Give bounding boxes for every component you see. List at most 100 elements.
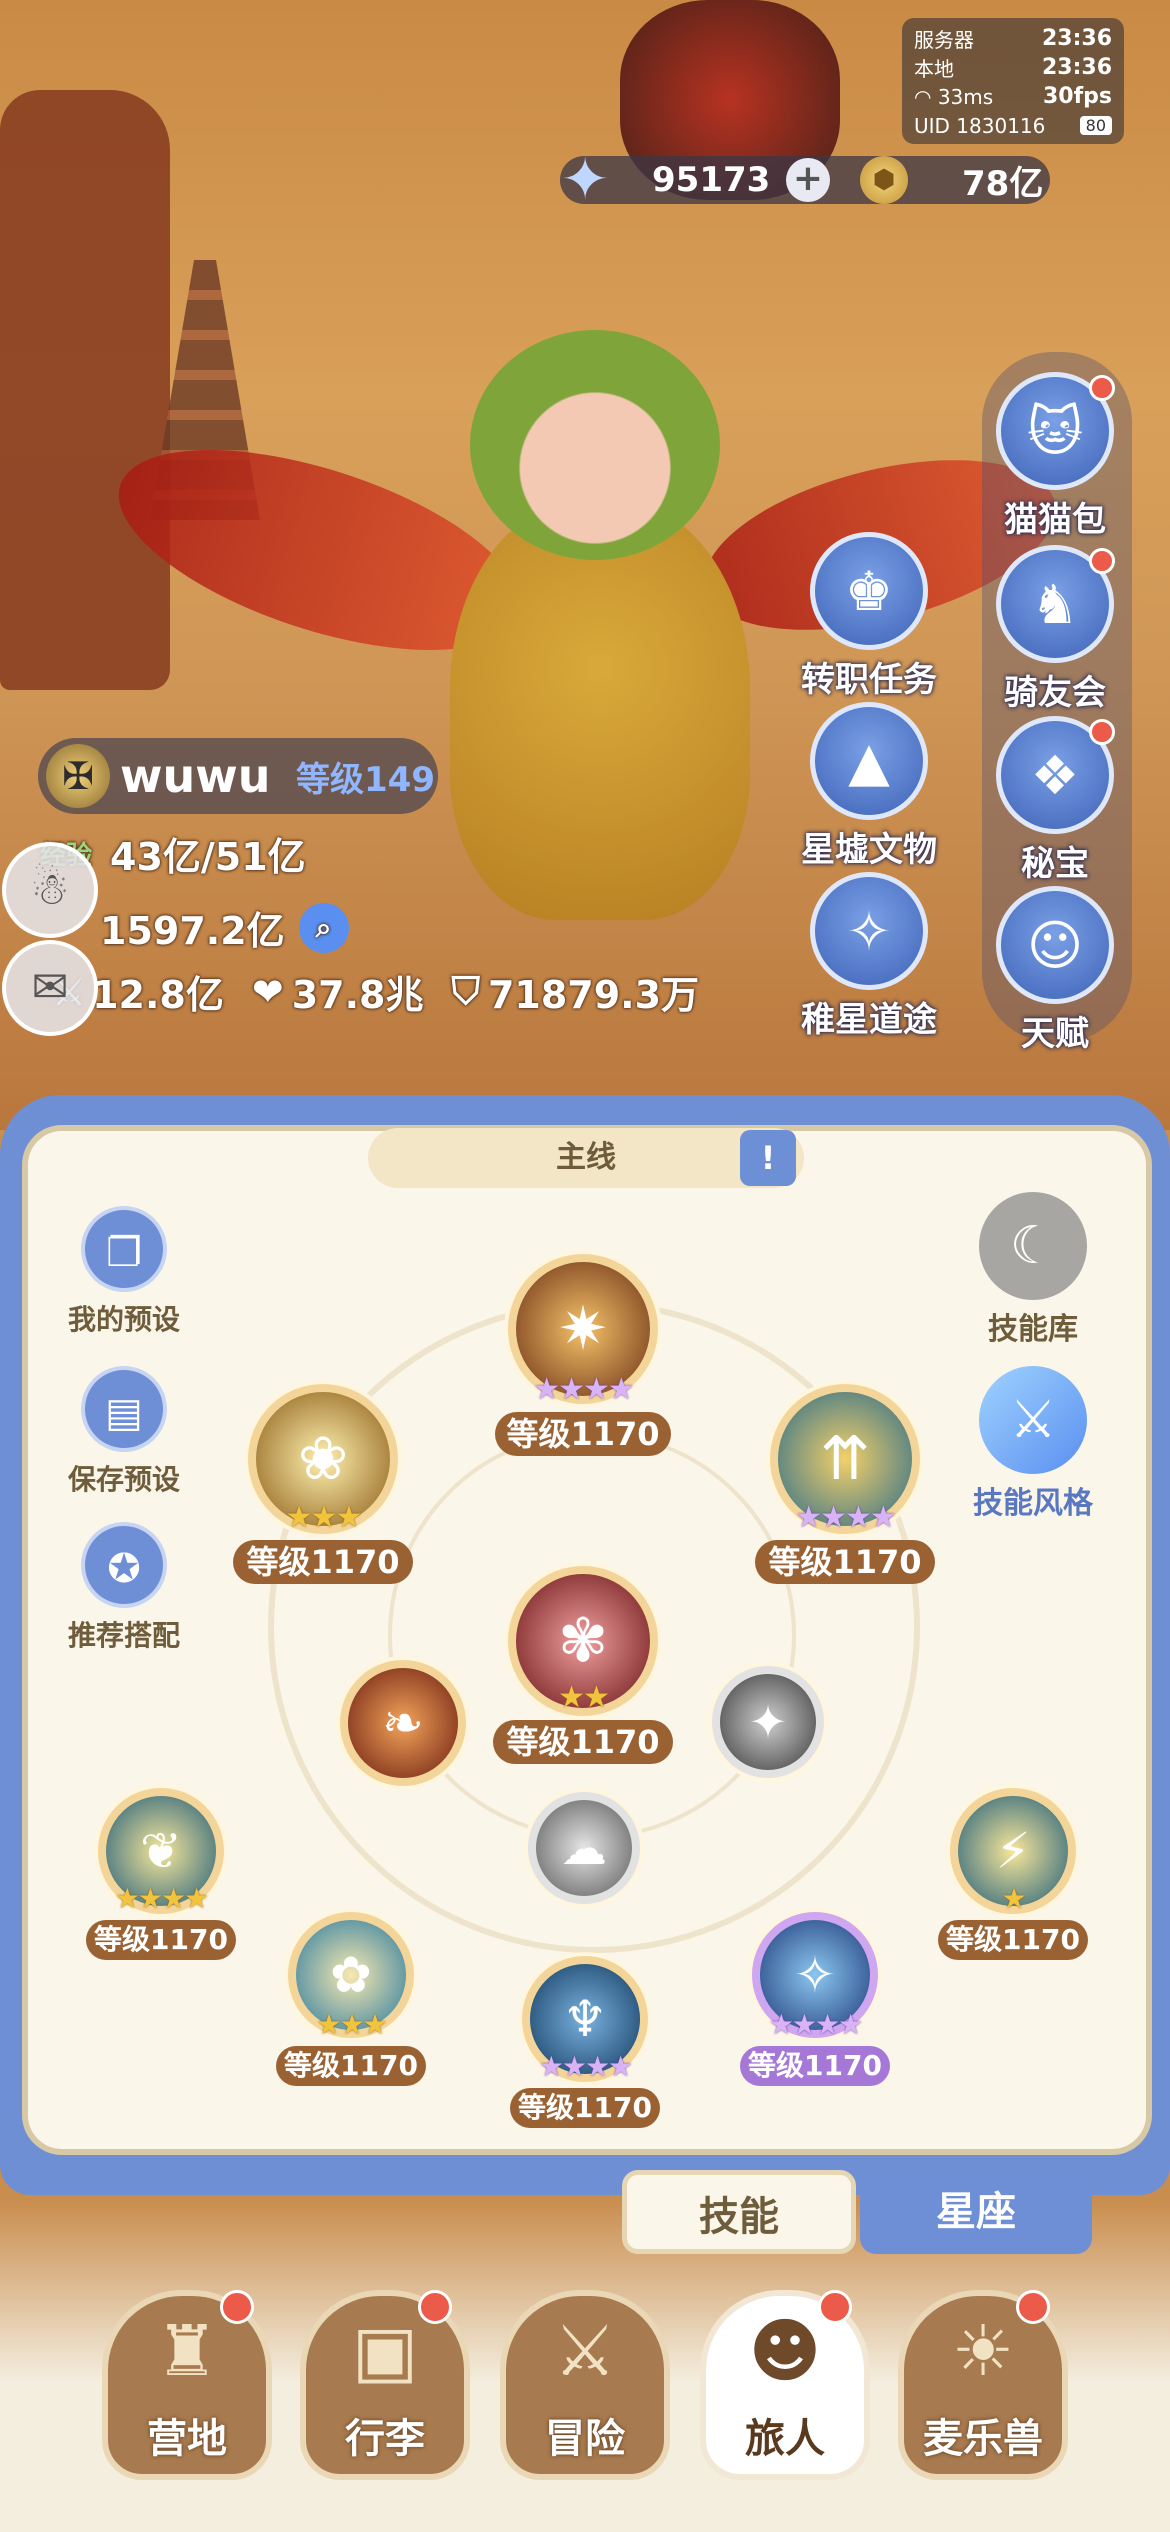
power-value: 1597.2亿 — [100, 909, 285, 953]
skill-stars: ★★★★ — [768, 2008, 863, 2041]
notification-dot — [1089, 548, 1115, 574]
nav-pet[interactable]: ☀ 麦乐兽 — [898, 2290, 1068, 2480]
network-info-panel: 服务器 23:36 本地 23:36 ◠ 33ms 30fps UID 1830116… — [902, 18, 1124, 144]
skill-level-tag: 等级1170 — [493, 1720, 673, 1764]
power-detail-search-icon[interactable]: ⌕ — [298, 902, 349, 953]
my-presets-button[interactable]: ❐ 我的预设 — [50, 1206, 198, 1338]
skill-node-lower-mid-left[interactable]: ✿ ★★★ 等级1170 — [276, 1912, 426, 2086]
coin-value: 78亿 — [962, 163, 1044, 204]
skill-node-center[interactable]: ✾ ★★ 等级1170 — [493, 1566, 673, 1766]
heart-icon: ❤ — [251, 969, 284, 1014]
locked-skill-icon: ✦ — [712, 1666, 824, 1778]
cat-bag-button[interactable]: 🐱 猫猫包 — [970, 372, 1140, 541]
pet-shortcut-button[interactable]: ☃ — [2, 842, 98, 938]
nav-pet-label: 麦乐兽 — [923, 2416, 1043, 2462]
skill-stars: ★★★ — [285, 1500, 363, 1535]
nav-camp[interactable]: ♜ 营地 — [102, 2290, 272, 2480]
notification-dot — [418, 2290, 452, 2324]
skill-stars: ★★★★ — [114, 1882, 209, 1915]
nav-traveler[interactable]: ☻ 旅人 — [700, 2290, 870, 2480]
rider-club-button[interactable]: ♞ 骑友会 — [970, 545, 1140, 714]
mainline-tab[interactable]: 主线 — [368, 1128, 804, 1188]
add-currency-button[interactable]: + — [786, 158, 830, 202]
skill-library-button[interactable]: ☾ 技能库 — [948, 1192, 1118, 1348]
tab-constellation[interactable]: 星座 — [860, 2170, 1092, 2254]
chat-button[interactable]: ✉ — [2, 940, 98, 1036]
skill-level-tag: 等级1170 — [86, 1920, 236, 1960]
skill-level-tag: 等级1170 — [510, 2088, 660, 2128]
server-time: 23:36 — [1041, 26, 1112, 51]
cat-bag-icon: 🐱 — [996, 372, 1115, 490]
skill-stars: ★★ — [558, 1680, 610, 1715]
server-label: 服务器 — [914, 28, 974, 52]
star-currency-icon: ✦ — [560, 145, 610, 213]
star-path-button[interactable]: ✧ 稚星道途 — [784, 872, 954, 1041]
save-icon: ▤ — [81, 1366, 167, 1452]
skill-node-left-small[interactable]: ❧ — [340, 1660, 466, 1790]
power-line: 1597.2亿 ⌕ — [100, 900, 349, 955]
nav-adventure-label: 冒险 — [545, 2416, 625, 2462]
chat-icon: ✉ — [31, 962, 69, 1013]
skill-node-upper-left[interactable]: ❀ ★★★ 等级1170 — [233, 1384, 413, 1584]
local-label: 本地 — [914, 57, 954, 81]
mainline-info-icon[interactable]: ! — [740, 1130, 796, 1186]
star-relic-label: 星墟文物 — [801, 830, 937, 870]
cliff-decoration — [0, 90, 170, 690]
treasure-button[interactable]: ❖ 秘宝 — [970, 716, 1140, 885]
notification-dot — [1089, 375, 1115, 401]
skill-stars: ★★★★ — [538, 2050, 633, 2083]
rider-club-label: 骑友会 — [1004, 673, 1106, 713]
player-name-bar[interactable]: ✠ wuwu 等级149 — [38, 738, 438, 814]
star-path-label: 稚星道途 — [801, 1000, 937, 1040]
skill-node-lower-mid-right[interactable]: ✧ ★★★★ 等级1170 — [740, 1912, 890, 2086]
shield-icon: ⛉ — [451, 969, 480, 1013]
class-emblem-icon: ✠ — [46, 744, 110, 808]
skill-node-right-locked[interactable]: ✦ — [712, 1666, 824, 1782]
job-change-button[interactable]: ♚ 转职任务 — [784, 532, 954, 701]
treasure-label: 秘宝 — [1021, 844, 1089, 884]
skill-stars: ★★★ — [316, 2008, 387, 2041]
save-preset-button[interactable]: ▤ 保存预设 — [50, 1366, 198, 1498]
hp-value: 37.8兆 — [291, 973, 424, 1017]
skill-stars: ★★★★ — [795, 1500, 897, 1535]
talent-label: 天赋 — [1021, 1014, 1089, 1054]
skill-node-lower-left[interactable]: ❦ ★★★★ 等级1170 — [86, 1788, 236, 1960]
skill-node-upper-right[interactable]: ⇈ ★★★★ 等级1170 — [755, 1384, 935, 1584]
nav-adventure[interactable]: ⚔ 冒险 — [500, 2290, 670, 2480]
skill-node-center-locked[interactable]: ☁ — [528, 1792, 640, 1908]
skill-level-tag: 等级1170 — [740, 2046, 890, 2086]
recommend-icon: ✪ — [81, 1522, 167, 1608]
player-character-head[interactable] — [470, 330, 720, 560]
skill-node-bottom[interactable]: ♆ ★★★★ 等级1170 — [510, 1956, 660, 2128]
star-relic-button[interactable]: ▲ 星墟文物 — [784, 702, 954, 871]
brain-head-icon: ☺ — [996, 886, 1114, 1004]
crossed-swords-icon: ⚔ — [553, 2310, 617, 2392]
skill-level-tag: 等级1170 — [755, 1540, 935, 1584]
skill-library-label: 技能库 — [988, 1312, 1078, 1347]
defense-value: 71879.3万 — [487, 973, 700, 1017]
sword-leaf-icon: ⚔ — [979, 1366, 1087, 1474]
notification-dot — [1089, 719, 1115, 745]
presets-icon: ❐ — [81, 1206, 167, 1292]
nav-traveler-label: 旅人 — [745, 2416, 825, 2462]
attack-value: 12.8亿 — [92, 973, 224, 1017]
recommended-build-button[interactable]: ✪ 推荐搭配 — [50, 1522, 198, 1654]
talent-button[interactable]: ☺ 天赋 — [970, 886, 1140, 1055]
skill-node-lower-right[interactable]: ⚡ ★ 等级1170 — [938, 1788, 1088, 1960]
uid-badge: 80 — [1079, 116, 1112, 135]
skill-style-button[interactable]: ⚔ 技能风格 — [948, 1366, 1118, 1522]
cat-bag-label: 猫猫包 — [1004, 500, 1106, 540]
skill-level-tag: 等级1170 — [276, 2046, 426, 2086]
nav-luggage[interactable]: ▣ 行李 — [300, 2290, 470, 2480]
save-preset-label: 保存预设 — [67, 1463, 180, 1496]
mountain-relic-icon: ▲ — [810, 702, 928, 820]
notification-dot — [1016, 2290, 1050, 2324]
player-character-body[interactable] — [450, 500, 750, 920]
skill-style-label: 技能风格 — [973, 1486, 1093, 1521]
pet-icon: ☃ — [30, 864, 70, 915]
fps-readout: 30fps — [1042, 84, 1112, 109]
skill-stars: ★ — [1001, 1882, 1026, 1915]
tab-skill[interactable]: 技能 — [622, 2170, 856, 2254]
star-path-icon: ✧ — [810, 872, 928, 990]
skill-node-top[interactable]: ✷ ★★★★ 等级1170 — [495, 1254, 671, 1456]
